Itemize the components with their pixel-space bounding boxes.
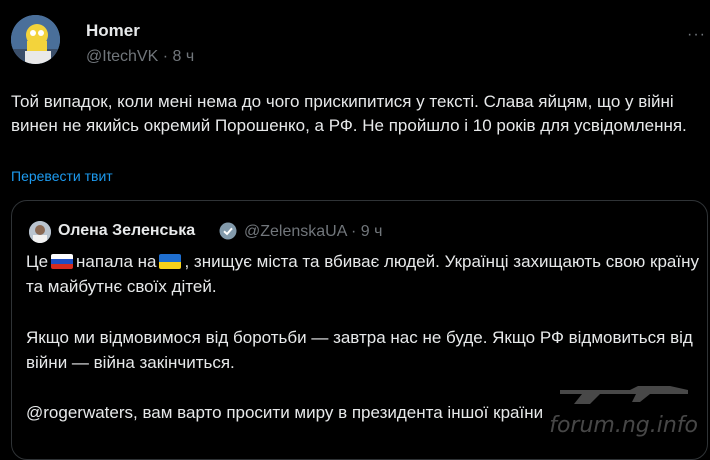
quoted-paragraph-1: Це напала на, знищує міста та вбиває люде… <box>26 249 706 299</box>
author-avatar[interactable] <box>11 15 60 64</box>
quoted-author-handle-time[interactable]: @ZelenskaUA · 9 ч <box>244 223 382 241</box>
quoted-paragraph-2: Якщо ми відмовимося від боротьби — завтр… <box>26 328 693 372</box>
author-name[interactable]: Homer <box>86 21 140 41</box>
forum-watermark: forum.ng.info <box>549 413 698 438</box>
quoted-author-name[interactable]: Олена Зеленська <box>58 222 195 240</box>
quoted-author-avatar[interactable] <box>29 221 51 243</box>
russia-flag-icon <box>51 254 74 269</box>
more-options-icon[interactable]: ··· <box>687 26 706 44</box>
quoted-text-start: Це <box>26 252 49 271</box>
translate-link[interactable]: Перевести твит <box>11 168 113 184</box>
ukraine-flag-icon <box>159 254 182 269</box>
tweet-text: Той випадок, коли мені нема до чого прис… <box>11 92 687 135</box>
quoted-text-mid: напала на <box>76 252 157 271</box>
rifle-watermark-icon <box>560 386 688 404</box>
verified-badge-icon <box>219 222 237 240</box>
author-handle-time[interactable]: @ItechVK · 8 ч <box>86 48 194 66</box>
